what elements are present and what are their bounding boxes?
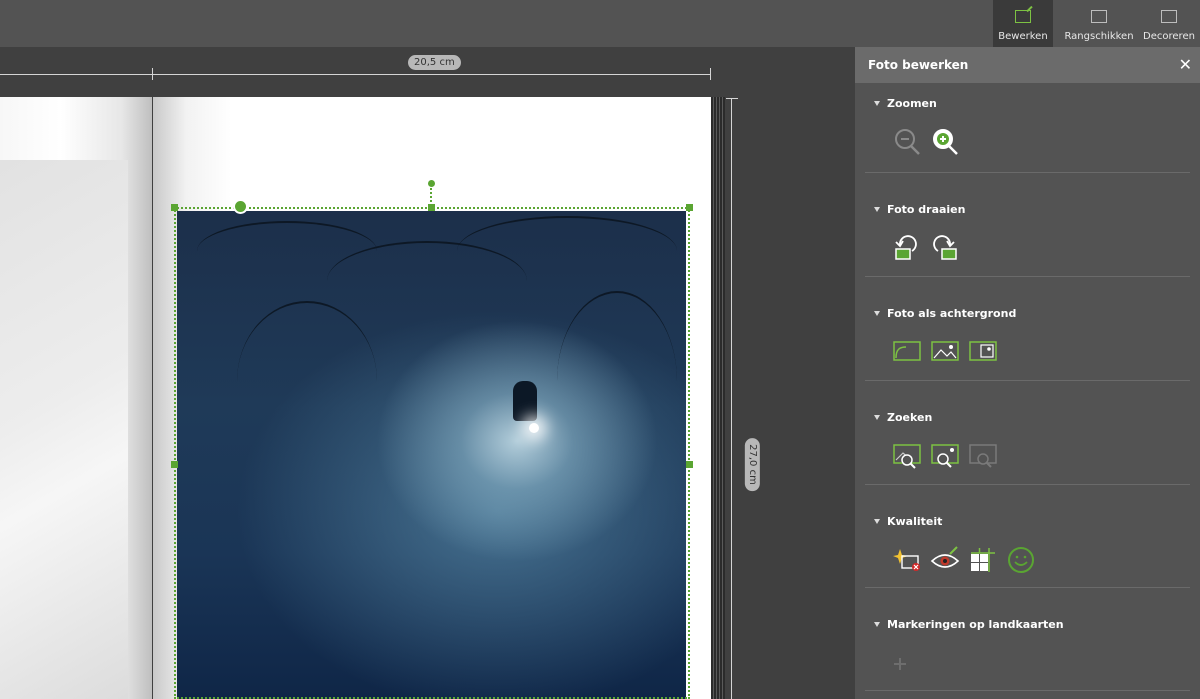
- ruler-tick: [726, 98, 738, 99]
- edit-icon: [1015, 10, 1031, 23]
- collapse-triangle-icon: [874, 311, 880, 316]
- search-photo-icon[interactable]: [892, 441, 922, 471]
- section-title-foto-draaien: Foto draaien: [887, 203, 966, 216]
- collapse-triangle-icon: [874, 415, 880, 420]
- background-left-icon[interactable]: [892, 337, 922, 367]
- quality-icons: [892, 545, 1036, 575]
- section-header-zoomen[interactable]: Zoomen: [874, 97, 937, 110]
- red-eye-icon[interactable]: [930, 545, 960, 575]
- section-title-markeringen: Markeringen op landkaarten: [887, 618, 1064, 631]
- section-header-foto-draaien[interactable]: Foto draaien: [874, 203, 965, 216]
- section-title-kwaliteit: Kwaliteit: [887, 515, 943, 528]
- add-marker-icon[interactable]: [892, 648, 922, 678]
- section-header-markeringen[interactable]: Markeringen op landkaarten: [874, 618, 1064, 631]
- zoom-icons: [892, 127, 960, 157]
- section-zoeken: Zoeken: [865, 381, 1190, 485]
- decorate-icon: [1161, 10, 1177, 23]
- color-grid-icon[interactable]: [968, 545, 998, 575]
- rotate-handle[interactable]: [428, 180, 435, 187]
- collapse-triangle-icon: [874, 519, 880, 524]
- rotate-icons: [892, 231, 960, 261]
- panel-title: Foto bewerken: [868, 58, 969, 72]
- resize-handle-right[interactable]: [686, 461, 693, 468]
- tab-decoreren[interactable]: Decoreren: [1140, 0, 1198, 47]
- section-zoomen: Zoomen: [865, 83, 1190, 173]
- section-foto-draaien: Foto draaien: [865, 173, 1190, 277]
- edit-photo-panel: Foto bewerken ✕ Zoomen Foto draaien Foto…: [855, 47, 1200, 699]
- ruler-tick: [710, 68, 711, 80]
- page-edge: [711, 97, 725, 699]
- resize-handle-left[interactable]: [171, 461, 178, 468]
- background-full-icon[interactable]: [930, 337, 960, 367]
- section-kwaliteit: Kwaliteit: [865, 485, 1190, 588]
- section-header-zoeken[interactable]: Zoeken: [874, 411, 932, 424]
- section-header-kwaliteit[interactable]: Kwaliteit: [874, 515, 942, 528]
- rotate-guide: [430, 184, 432, 206]
- section-header-foto-als-achtergrond[interactable]: Foto als achtergrond: [874, 307, 1016, 320]
- rotate-left-icon[interactable]: [892, 231, 922, 261]
- background-right-icon[interactable]: [968, 337, 998, 367]
- collapse-triangle-icon: [874, 207, 880, 212]
- search-similar-icon[interactable]: [930, 441, 960, 471]
- smile-icon[interactable]: [1006, 545, 1036, 575]
- resize-handle-top-right[interactable]: [686, 204, 693, 211]
- tab-rangschikken-label: Rangschikken: [1064, 31, 1134, 42]
- zoom-in-icon[interactable]: [930, 127, 960, 157]
- editor-canvas[interactable]: 20,5 cm 27,0 cm: [0, 47, 855, 699]
- zoom-out-icon[interactable]: [892, 127, 922, 157]
- panel-header: Foto bewerken ✕: [855, 47, 1200, 83]
- arrange-icon: [1091, 10, 1107, 23]
- tab-bewerken-label: Bewerken: [998, 31, 1048, 42]
- ruler-tick: [152, 68, 153, 80]
- close-icon[interactable]: ✕: [1179, 57, 1192, 73]
- collapse-triangle-icon: [874, 101, 880, 106]
- section-foto-als-achtergrond: Foto als achtergrond: [865, 277, 1190, 381]
- resize-handle-top-left[interactable]: [171, 204, 178, 211]
- rotate-right-icon[interactable]: [930, 231, 960, 261]
- marker-icons: [892, 648, 922, 678]
- height-label: 27,0 cm: [744, 438, 760, 491]
- tab-rangschikken[interactable]: Rangschikken: [1060, 0, 1138, 47]
- background-icons: [892, 337, 998, 367]
- selection-frame: [174, 207, 690, 699]
- width-label: 20,5 cm: [408, 55, 461, 70]
- tab-decoreren-label: Decoreren: [1143, 31, 1195, 42]
- resize-handle-top[interactable]: [428, 204, 435, 211]
- section-title-foto-als-achtergrond: Foto als achtergrond: [887, 307, 1017, 320]
- top-toolbar: Bewerken Rangschikken Decoreren: [0, 0, 1200, 47]
- auto-fix-icon[interactable]: [892, 545, 922, 575]
- horizontal-ruler: [0, 74, 711, 75]
- section-markeringen: Markeringen op landkaarten: [865, 588, 1190, 691]
- search-disabled-icon: [968, 441, 998, 471]
- search-icons: [892, 441, 998, 471]
- section-title-zoomen: Zoomen: [887, 97, 937, 110]
- section-title-zoeken: Zoeken: [887, 411, 933, 424]
- left-page-photo[interactable]: [0, 160, 128, 699]
- vertical-ruler: [731, 98, 732, 699]
- tab-bewerken[interactable]: Bewerken: [993, 0, 1053, 47]
- collapse-triangle-icon: [874, 622, 880, 627]
- move-handle[interactable]: [233, 199, 248, 214]
